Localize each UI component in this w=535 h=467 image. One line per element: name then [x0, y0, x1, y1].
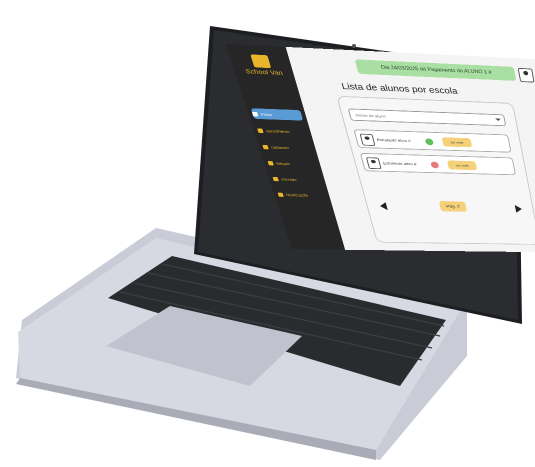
payment-banner: Dia 24/03/2025 dá Pagamento do ALUNO 1 é: [354, 59, 517, 81]
user-add-icon: [262, 144, 269, 149]
app-name: School Van: [244, 68, 284, 77]
edit-icon: [267, 160, 274, 166]
filter-icon[interactable]: ⏷: [494, 116, 502, 124]
sidebar-item-label: edição: [275, 160, 291, 166]
search-placeholder: Nome do aluno: [354, 113, 387, 119]
sidebar-item-label: Notificação: [285, 192, 309, 197]
sidebar-item-edicao[interactable]: edição: [266, 158, 317, 169]
student-name: Estudante ativo é: [376, 137, 412, 143]
sidebar-item-label: escolas: [280, 176, 297, 182]
status-dot: [430, 161, 440, 169]
sidebar-item-cadastro[interactable]: cadastro: [261, 141, 313, 153]
see-more-button[interactable]: ver mais: [446, 160, 478, 171]
home-icon: [251, 111, 259, 116]
avatar[interactable]: [517, 67, 535, 83]
sidebar-item-notificacao[interactable]: Notificação: [277, 189, 327, 200]
student-name: Estudante ativo é: [382, 161, 417, 167]
student-avatar-icon: [359, 133, 376, 146]
sidebar-item-inicio[interactable]: Início: [250, 108, 304, 121]
sidebar-item-escolas[interactable]: escolas: [272, 174, 323, 185]
sidebar-item-vencimento[interactable]: vencimento: [256, 125, 308, 137]
sidebar-item-label: Início: [259, 111, 273, 117]
status-dot: [424, 138, 434, 146]
bus-icon: [250, 54, 272, 69]
next-page-arrow-icon[interactable]: [514, 204, 523, 213]
money-bag-icon: [256, 128, 264, 133]
page-indicator[interactable]: Pág. 2: [438, 201, 468, 212]
sidebar-item-label: cadastro: [270, 144, 290, 150]
notification-icon: [277, 192, 284, 197]
school-icon: [272, 176, 279, 181]
sidebar-item-label: vencimento: [265, 128, 291, 134]
see-more-button[interactable]: ver mais: [441, 137, 473, 148]
page-title: Lista de alunos por escola: [340, 81, 459, 97]
student-avatar-icon: [365, 157, 382, 170]
